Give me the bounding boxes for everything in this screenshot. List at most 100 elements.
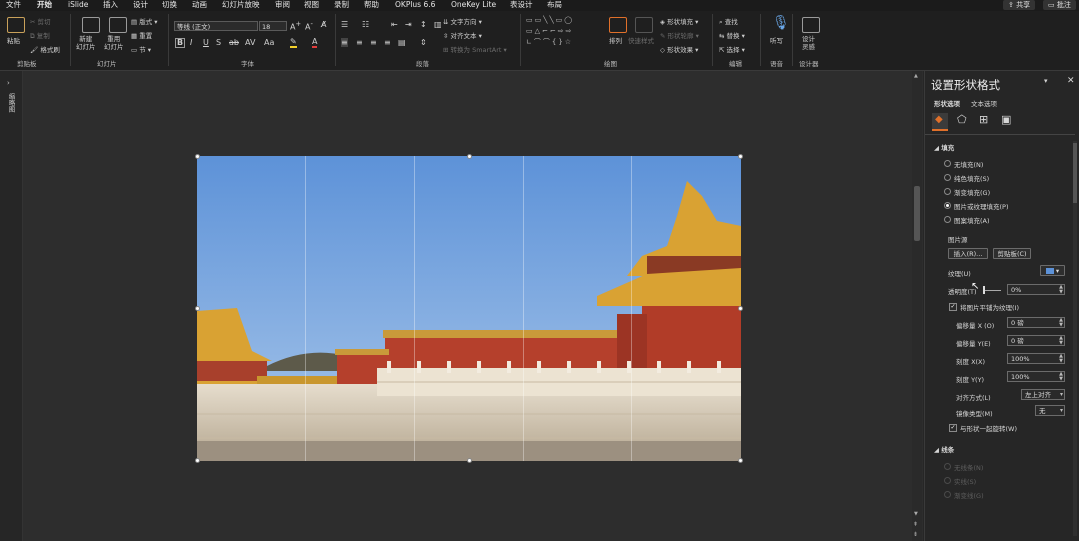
radio-gradient-line[interactable] xyxy=(944,491,951,498)
offset-y-spinner[interactable]: 0 磅 ▲ ▼ xyxy=(1007,335,1065,346)
smartart-button[interactable]: ⊞ 转换为 SmartArt ▾ xyxy=(443,44,507,54)
tab-okplus[interactable]: OKPlus 6.6 xyxy=(395,0,435,11)
scroll-up-icon[interactable]: ▲ xyxy=(914,73,918,79)
font-size-select[interactable]: 18 xyxy=(259,21,287,31)
tab-islide[interactable]: iSlide xyxy=(68,0,88,11)
line-spacing-icon[interactable]: ↕ xyxy=(420,20,427,29)
replace-button[interactable]: ⇆ 替换 ▾ xyxy=(719,30,745,40)
grow-font-icon[interactable]: A+ xyxy=(290,20,301,32)
resize-handle-e[interactable] xyxy=(738,306,743,311)
font-color-icon[interactable]: A xyxy=(312,37,318,48)
pane-scroll-thumb[interactable] xyxy=(1073,143,1077,203)
highlight-icon[interactable]: ✎ xyxy=(290,37,297,48)
change-case-icon[interactable]: Aa xyxy=(264,38,274,47)
new-slide-icon[interactable] xyxy=(82,17,100,33)
next-slide-icon[interactable]: ⇟ xyxy=(913,531,918,538)
clear-format-icon[interactable]: A̸ xyxy=(321,20,326,29)
quick-styles-icon[interactable] xyxy=(635,17,653,33)
rotate-with-shape-checkbox[interactable]: ✓ xyxy=(949,424,957,432)
arrange-button[interactable]: 排列 xyxy=(609,35,622,45)
find-button[interactable]: ⌕ 查找 xyxy=(719,16,738,27)
transparency-slider[interactable] xyxy=(983,290,1001,291)
scale-y-spinner[interactable]: 100% ▲ ▼ xyxy=(1007,371,1065,382)
expand-icon[interactable]: › xyxy=(7,79,10,87)
align-left-icon[interactable]: ≡ xyxy=(341,38,348,47)
scroll-thumb[interactable] xyxy=(914,186,920,241)
vertical-scrollbar[interactable]: ▲ ▼ ⇞ ⇟ xyxy=(912,71,922,541)
increase-indent-icon[interactable]: ⇥ xyxy=(405,20,412,29)
comment-button[interactable]: ▭ 批注 xyxy=(1043,0,1076,10)
tab-slideshow[interactable]: 幻灯片放映 xyxy=(222,0,260,11)
underline-icon[interactable]: U xyxy=(203,38,209,47)
radio-gradient-fill[interactable] xyxy=(944,188,951,195)
thumbnail-panel-collapsed[interactable]: › 缩略图 xyxy=(0,71,23,541)
alignment-select[interactable]: 左上对齐 ▾ xyxy=(1021,389,1065,400)
tab-layout[interactable]: 布局 xyxy=(547,0,562,11)
tab-view[interactable]: 视图 xyxy=(304,0,319,11)
shrink-font-icon[interactable]: A- xyxy=(305,20,313,32)
format-painter-button[interactable]: 🖌 格式刷 xyxy=(30,44,60,54)
pane-options-icon[interactable]: ▾ xyxy=(1044,77,1048,85)
insert-picture-button[interactable]: 插入(R)... xyxy=(948,248,988,259)
resize-handle-nw[interactable] xyxy=(195,154,200,159)
radio-picture-fill[interactable] xyxy=(944,202,951,209)
reuse-slide-icon[interactable] xyxy=(109,17,127,33)
tab-help[interactable]: 帮助 xyxy=(364,0,379,11)
mirror-select[interactable]: 无 ▾ xyxy=(1035,405,1065,416)
text-direction-button[interactable]: ⇊ 文字方向 ▾ xyxy=(443,16,482,26)
fill-line-tab[interactable]: ◆ xyxy=(932,113,948,131)
radio-solid-line[interactable] xyxy=(944,477,951,484)
scale-x-spinner[interactable]: 100% ▲ ▼ xyxy=(1007,353,1065,364)
size-properties-icon[interactable]: ⊞ xyxy=(979,113,988,126)
pentagon-icon[interactable]: ⬠ xyxy=(957,113,967,126)
tab-table-design[interactable]: 表设计 xyxy=(510,0,533,11)
clipboard-button[interactable]: 剪贴板(C) xyxy=(993,248,1031,259)
resize-handle-se[interactable] xyxy=(738,458,743,463)
new-slide-button[interactable]: 新建 幻灯片 xyxy=(76,35,96,51)
section-button[interactable]: ▭ 节 ▾ xyxy=(131,44,151,54)
tab-animations[interactable]: 动画 xyxy=(192,0,207,11)
decrease-indent-icon[interactable]: ⇤ xyxy=(391,20,398,29)
shadow-icon[interactable]: S xyxy=(216,38,221,47)
align-center-icon[interactable]: ≡ xyxy=(356,38,363,47)
char-spacing-icon[interactable]: AV xyxy=(245,38,255,47)
columns-icon[interactable]: ▥ xyxy=(434,20,442,29)
designer-icon[interactable] xyxy=(802,17,820,33)
layout-button[interactable]: ▤ 版式 ▾ xyxy=(131,16,158,26)
tab-text-options[interactable]: 文本选项 xyxy=(971,98,997,108)
tab-insert[interactable]: 插入 xyxy=(103,0,118,11)
shape-outline-button[interactable]: ✎ 形状轮廓 ▾ xyxy=(660,30,699,40)
resize-handle-w[interactable] xyxy=(195,306,200,311)
resize-handle-s[interactable] xyxy=(467,458,472,463)
microphone-icon[interactable]: 🎙 xyxy=(772,15,790,31)
tab-shape-options[interactable]: 形状选项 xyxy=(934,98,960,108)
transparency-spinner[interactable]: 0% ▲ ▼ xyxy=(1007,284,1065,295)
resize-handle-sw[interactable] xyxy=(195,458,200,463)
fill-section-header[interactable]: ◢ 填充 xyxy=(934,142,954,152)
offset-x-spinner[interactable]: 0 磅 ▲ ▼ xyxy=(1007,317,1065,328)
reset-button[interactable]: ▦ 重置 xyxy=(131,30,152,40)
paste-button[interactable]: 粘贴 xyxy=(7,35,20,45)
select-button[interactable]: ⇱ 选择 ▾ xyxy=(719,44,745,54)
cut-button[interactable]: ✂ 剪切 xyxy=(30,16,51,26)
arrange-icon[interactable] xyxy=(609,17,627,33)
shapes-gallery-icon[interactable]: ▭▭╲╲▭◯ ▭△⌐⌐⇨⇨ ∟⌒⌒{}☆ xyxy=(526,15,598,49)
quick-styles-button[interactable]: 快速样式 xyxy=(628,35,654,45)
radio-pattern-fill[interactable] xyxy=(944,216,951,223)
shape-fill-button[interactable]: ◈ 形状填充 ▾ xyxy=(660,16,698,26)
radio-no-line[interactable] xyxy=(944,463,951,470)
prev-slide-icon[interactable]: ⇞ xyxy=(913,521,918,528)
picture-icon[interactable]: ▣ xyxy=(1001,113,1011,126)
texture-picker[interactable]: ▾ xyxy=(1040,265,1065,276)
dictate-button[interactable]: 听写 xyxy=(770,35,783,45)
tab-onekey[interactable]: OneKey Lite xyxy=(451,0,496,11)
shape-effects-button[interactable]: ◇ 形状效果 ▾ xyxy=(660,44,698,54)
reuse-slide-button[interactable]: 重用 幻灯片 xyxy=(104,35,124,51)
resize-handle-ne[interactable] xyxy=(738,154,743,159)
radio-solid-fill[interactable] xyxy=(944,174,951,181)
slide-picture-shape[interactable] xyxy=(197,156,741,461)
slider-thumb[interactable] xyxy=(983,286,985,294)
tab-transitions[interactable]: 切换 xyxy=(162,0,177,11)
scroll-down-icon[interactable]: ▼ xyxy=(914,511,918,517)
distribute-icon[interactable]: ▤ xyxy=(398,38,406,47)
